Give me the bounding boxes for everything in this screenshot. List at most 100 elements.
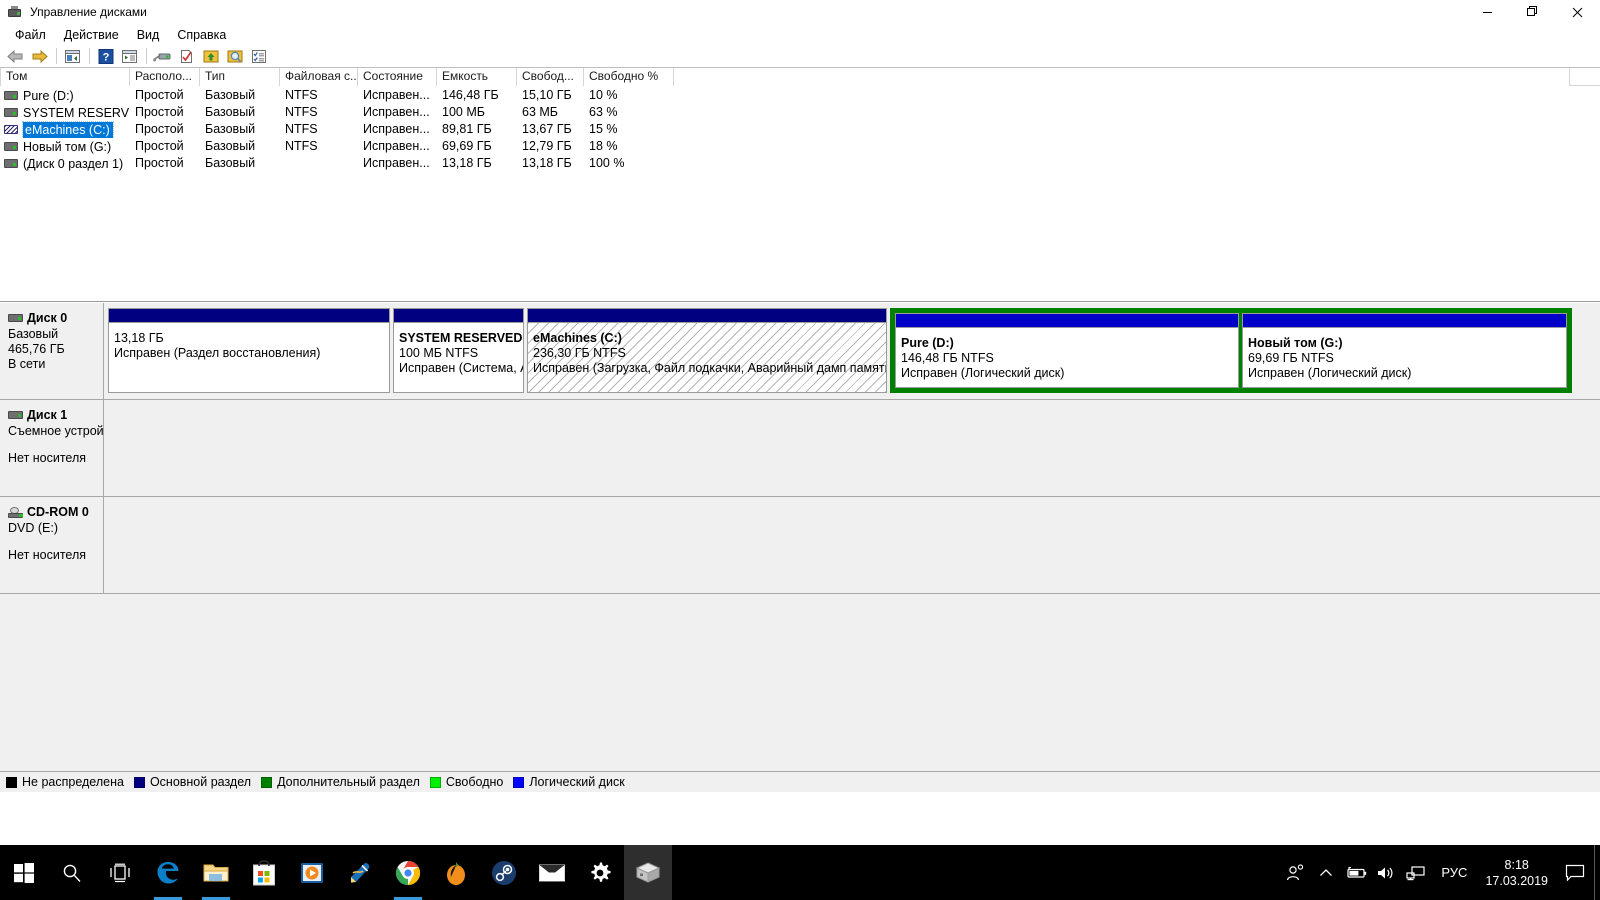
fl-studio-icon[interactable]: [432, 845, 480, 900]
legend-bar: Не распределена Основной раздел Дополнител…: [0, 771, 1600, 792]
partition-details: Pure (D:) 146,48 ГБ NTFS Исправен (Логичес…: [896, 327, 1238, 387]
menu-file[interactable]: Файл: [6, 26, 55, 44]
battery-icon[interactable]: [1341, 845, 1371, 900]
task-view-icon[interactable]: [96, 845, 144, 900]
partition-title: Pure (D:): [901, 336, 954, 350]
volume-cell[interactable]: Pure (D:): [0, 87, 130, 104]
edge-icon[interactable]: [144, 845, 192, 900]
volume-cell[interactable]: eMachines (C:): [0, 121, 130, 138]
column-header-5[interactable]: Емкость: [437, 68, 517, 86]
disk-type: Съемное устрой: [8, 424, 104, 438]
column-header-6[interactable]: Свобод...: [517, 68, 584, 86]
logical-drive-block[interactable]: Pure (D:) 146,48 ГБ NTFS Исправен (Логичес…: [895, 313, 1239, 388]
capacity-cell: 69,69 ГБ: [442, 139, 492, 153]
column-header-1[interactable]: Располо...: [130, 68, 200, 86]
table-row[interactable]: (Диск 0 раздел 1) Простой Базовый Исправен.…: [0, 155, 1600, 172]
menu-action[interactable]: Действие: [55, 26, 128, 44]
help-icon[interactable]: ?: [94, 46, 117, 67]
partition-block[interactable]: eMachines (C:) 236,30 ГБ NTFS Исправен (За…: [527, 308, 887, 393]
chevron-up-icon[interactable]: [1311, 845, 1341, 900]
legend-primary: Основной раздел: [133, 775, 252, 789]
paint-icon[interactable]: [336, 845, 384, 900]
free-percent-cell: 10 %: [589, 88, 618, 102]
menu-help[interactable]: Справка: [168, 26, 235, 44]
minimize-button[interactable]: [1465, 0, 1510, 24]
settings-icon[interactable]: [576, 845, 624, 900]
system-tray: РУС 8:18 17.03.2019: [1281, 845, 1600, 900]
mail-icon[interactable]: [528, 845, 576, 900]
column-header-8[interactable]: [674, 68, 1570, 86]
legend-label: Свободно: [445, 775, 504, 789]
volume-cell[interactable]: (Диск 0 раздел 1): [0, 155, 130, 172]
start-button[interactable]: [0, 845, 48, 900]
empty-disk-area: [108, 405, 1597, 490]
restore-button[interactable]: [1510, 0, 1555, 24]
checkmark-icon[interactable]: [175, 46, 198, 67]
up-level-icon[interactable]: [61, 46, 84, 67]
partition-block[interactable]: 13,18 ГБ Исправен (Раздел восстановления): [108, 308, 390, 393]
export-icon[interactable]: [199, 46, 222, 67]
volume-list-header: Том Располо... Тип Файловая с... Состояние Ем…: [0, 68, 1600, 86]
menu-view[interactable]: Вид: [128, 26, 169, 44]
movies-tv-icon[interactable]: [288, 845, 336, 900]
legend-label: Логический диск: [529, 775, 625, 789]
free-percent-cell: 15 %: [589, 122, 618, 136]
type-cell: Базовый: [205, 88, 256, 102]
partition-title: eMachines (C:): [533, 331, 622, 345]
disk-name: Диск 1: [27, 408, 68, 422]
column-header-4[interactable]: Состояние: [358, 68, 437, 86]
network-icon[interactable]: [1401, 845, 1431, 900]
microsoft-store-icon[interactable]: [240, 845, 288, 900]
forward-icon[interactable]: [28, 46, 51, 67]
legend-swatch: [261, 776, 273, 788]
action-center-icon[interactable]: [1556, 845, 1594, 900]
people-icon[interactable]: [1281, 845, 1311, 900]
legend-label: Основной раздел: [149, 775, 252, 789]
disk-info-panel[interactable]: Диск 0 Базовый 465,76 ГБ В сети: [0, 303, 104, 399]
file-explorer-icon[interactable]: [192, 845, 240, 900]
list-icon[interactable]: [247, 46, 270, 67]
disk-row: Диск 1 Съемное устрой Нет носителя: [0, 400, 1600, 497]
extended-partition-container[interactable]: Pure (D:) 146,48 ГБ NTFS Исправен (Логичес…: [890, 308, 1572, 393]
disk-type: Базовый: [8, 327, 59, 341]
chrome-icon[interactable]: [384, 845, 432, 900]
volume-icon[interactable]: [1371, 845, 1401, 900]
search-icon[interactable]: [48, 845, 96, 900]
column-header-3[interactable]: Файловая с...: [280, 68, 358, 86]
show-desktop-button[interactable]: [1594, 845, 1600, 900]
show-tree-icon[interactable]: [118, 46, 141, 67]
volume-cell[interactable]: SYSTEM RESERVED: [0, 104, 130, 121]
legend-logical: Логический диск: [513, 775, 625, 789]
partition-block[interactable]: SYSTEM RESERVED 100 МБ NTFS Исправен (Сист…: [393, 308, 524, 393]
partition-status: Исправен (Система, А: [399, 361, 523, 375]
steam-icon[interactable]: [480, 845, 528, 900]
search-icon[interactable]: [223, 46, 246, 67]
language-indicator[interactable]: РУС: [1431, 865, 1477, 880]
taskbar: РУС 8:18 17.03.2019: [0, 845, 1600, 900]
column-header-7[interactable]: Свободно %: [584, 68, 674, 86]
volume-cell[interactable]: Новый том (G:): [0, 138, 130, 155]
close-button[interactable]: [1555, 0, 1600, 24]
column-header-0[interactable]: Том: [0, 68, 130, 86]
disk-management-icon[interactable]: [624, 845, 672, 900]
status-cell: Исправен...: [363, 156, 430, 170]
table-row[interactable]: eMachines (C:) Простой Базовый NTFS Исправен…: [0, 121, 1600, 138]
back-icon[interactable]: [4, 46, 27, 67]
disk-info-panel[interactable]: CD-ROM 0 DVD (E:) Нет носителя: [0, 497, 104, 593]
table-row[interactable]: Новый том (G:) Простой Базовый NTFS Исправен…: [0, 138, 1600, 155]
capacity-cell: 100 МБ: [442, 105, 485, 119]
partition-color-bar: [528, 309, 886, 322]
logical-drive-block[interactable]: Новый том (G:) 69,69 ГБ NTFS Исправен (Лог…: [1242, 313, 1567, 388]
column-header-2[interactable]: Тип: [200, 68, 280, 86]
partition-color-bar: [109, 309, 389, 322]
legend-swatch: [133, 776, 145, 788]
free-percent-cell: 18 %: [589, 139, 618, 153]
capacity-cell: 146,48 ГБ: [442, 88, 499, 102]
table-row[interactable]: SYSTEM RESERVED Простой Базовый NTFS Исправе…: [0, 104, 1600, 121]
disk-info-panel[interactable]: Диск 1 Съемное устрой Нет носителя: [0, 400, 104, 496]
clock[interactable]: 8:18 17.03.2019: [1477, 857, 1556, 889]
layout-cell: Простой: [135, 88, 184, 102]
free-cell: 63 МБ: [522, 105, 558, 119]
properties-icon[interactable]: [151, 46, 174, 67]
table-row[interactable]: Pure (D:) Простой Базовый NTFS Исправен... 14…: [0, 87, 1600, 104]
